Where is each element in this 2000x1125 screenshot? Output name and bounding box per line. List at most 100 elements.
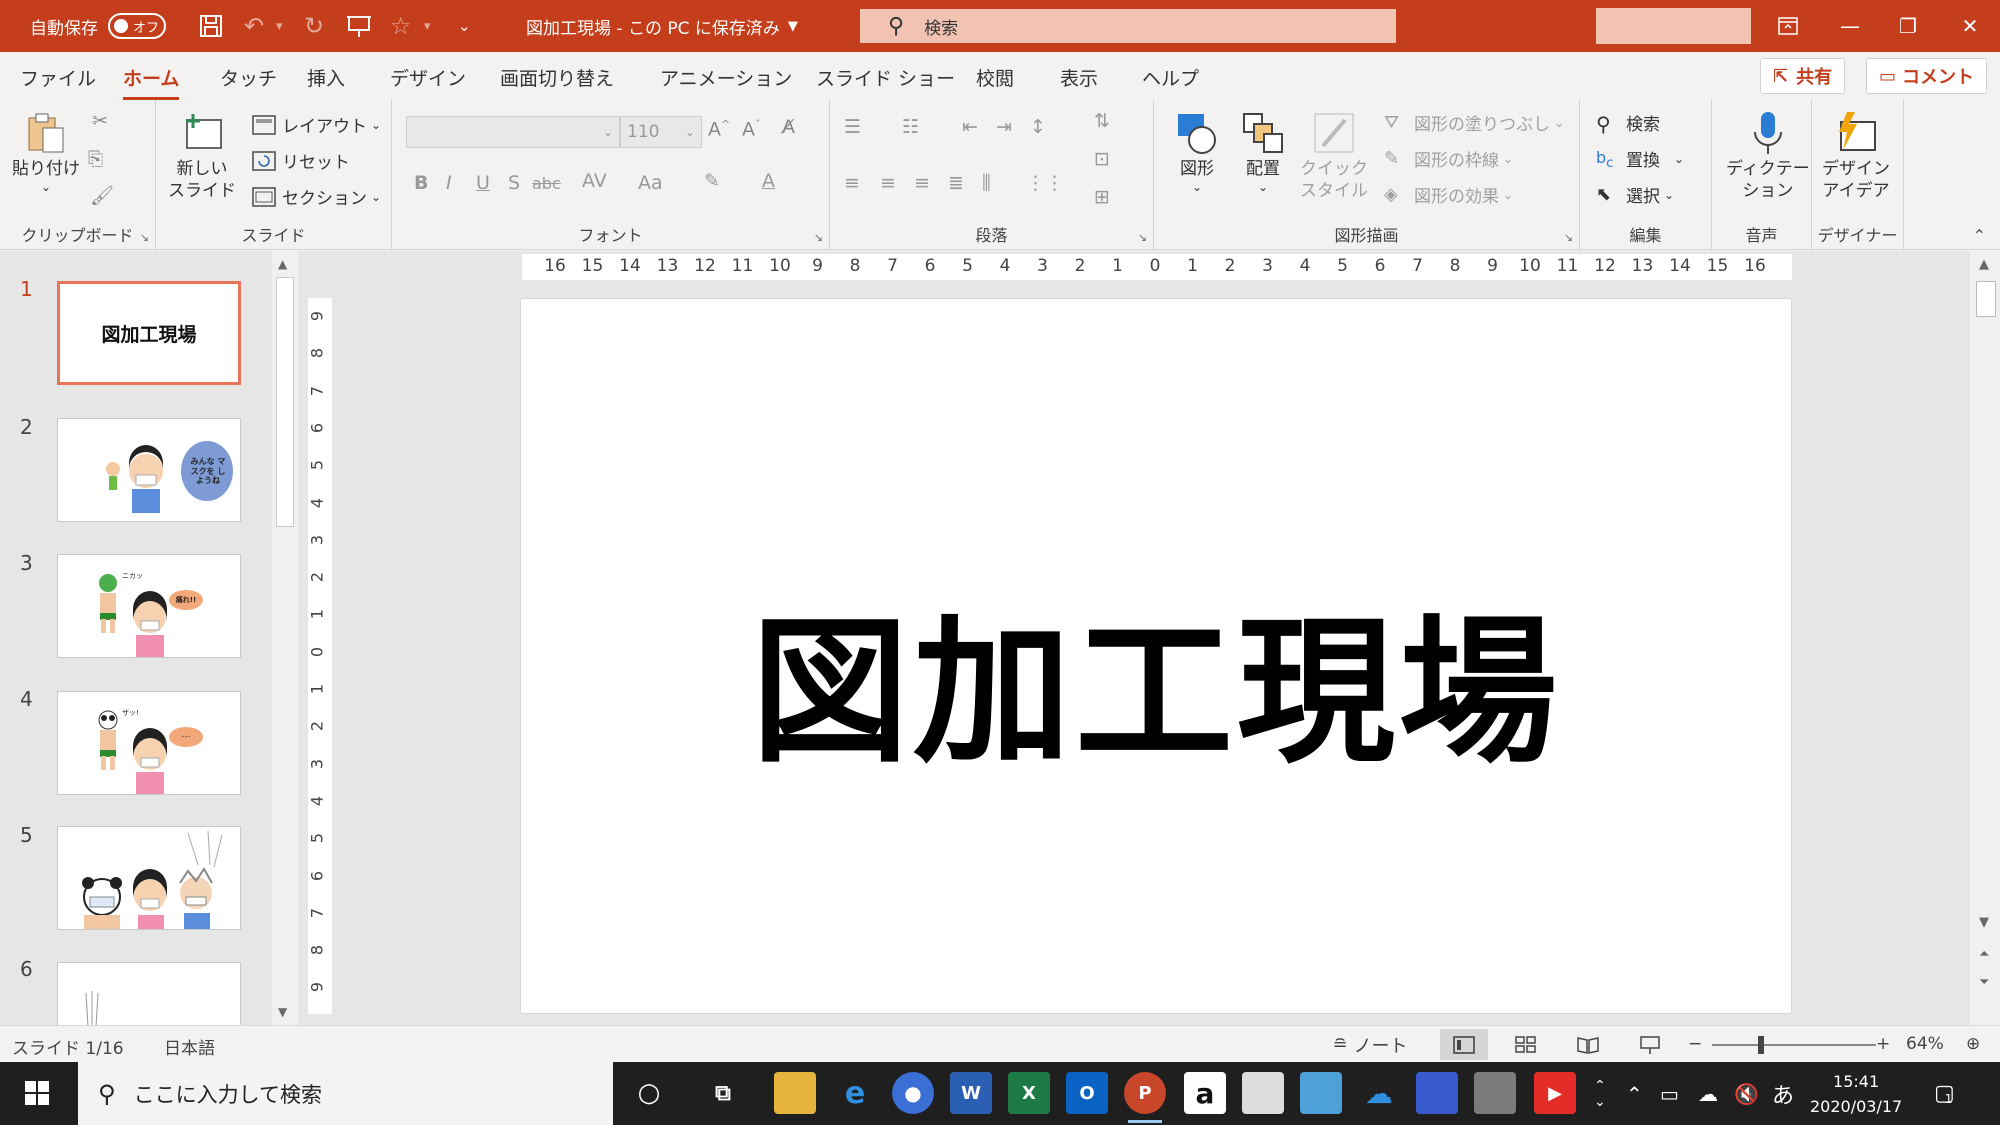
slide-thumbnail-6[interactable] [57,962,241,1025]
arrange-button[interactable]: 配置 ⌄ [1240,110,1286,196]
outlook-icon[interactable]: O [1066,1072,1108,1114]
taskbar-search[interactable]: ⚲ ここに入力して検索 [78,1062,613,1125]
shape-effects-button[interactable]: ◈ 図形の効果 ⌄ [1384,182,1513,208]
paint-icon[interactable] [1242,1072,1284,1114]
cut-icon[interactable]: ✂ [92,110,108,132]
scroll-down-icon[interactable]: ▼ [278,1005,287,1019]
slide-scrollbar[interactable]: ▲ ▼ ⏶ ⏷ [1972,251,2000,1025]
slide-title[interactable]: 図加工現場 [521,564,1791,793]
paragraph-launcher-icon[interactable]: ↘ [1138,231,1147,244]
undo-icon[interactable]: ↶ [244,0,264,52]
increase-indent-icon[interactable]: ⇥ [996,116,1012,138]
find-button[interactable]: ⚲ 検索 [1596,110,1660,136]
justify-icon[interactable]: ≣ [948,172,964,194]
taskbar-scroll[interactable]: ⌃ ⌄ [1594,1062,1606,1125]
tab-transitions[interactable]: 画面切り替え [500,64,614,91]
search-box[interactable]: ⚲ 検索 [860,9,1396,43]
align-text-icon[interactable]: ⊡ [1094,148,1110,170]
scroll-thumb[interactable] [1976,281,1996,317]
zoom-slider-knob[interactable] [1758,1036,1764,1054]
ime-indicator[interactable]: あ [1772,1062,1794,1125]
star-dropdown-icon[interactable]: ▾ [424,0,431,52]
drawing-launcher-icon[interactable]: ↘ [1564,231,1573,244]
italic-button[interactable]: I [446,172,452,194]
chevron-down-icon[interactable]: ⌄ [1594,1094,1606,1110]
bullets-icon[interactable]: ☰ [844,116,861,138]
language[interactable]: 日本語 [164,1034,215,1059]
color-app-icon[interactable] [1416,1072,1458,1114]
paste-button[interactable]: 貼り付け ⌄ [12,110,80,196]
scroll-up-icon[interactable]: ▲ [278,257,287,271]
tab-slideshow[interactable]: スライド ショー [816,64,955,91]
battery-icon[interactable]: ▭ [1660,1062,1679,1125]
photos-icon[interactable] [1300,1072,1342,1114]
autosave-control[interactable]: 自動保存 オフ [30,0,166,52]
line-spacing-icon[interactable]: ↕ [1030,116,1046,138]
zoom-out-button[interactable]: − [1688,1034,1702,1054]
redo-icon[interactable]: ↻ [304,0,324,52]
scroll-down-icon[interactable]: ▼ [1979,915,1989,930]
thumbnail-scrollbar[interactable]: ▲ ▼ [272,251,298,1025]
scanner-icon[interactable] [1474,1072,1516,1114]
highlight-icon[interactable]: ✎ [704,170,720,192]
task-view-icon[interactable]: ⧉ [702,1072,744,1114]
font-name-combo[interactable]: ⌄ [406,116,620,148]
minimize-icon[interactable]: — [1820,0,1880,52]
layout-button[interactable]: レイアウト ⌄ [252,112,381,137]
restore-icon[interactable]: ❐ [1878,0,1938,52]
shape-fill-button[interactable]: ⛛ 図形の塗りつぶし ⌄ [1384,110,1564,136]
onedrive-icon[interactable]: ☁ [1358,1072,1400,1114]
shadow-button[interactable]: S [508,172,520,194]
cloud-icon[interactable]: ☁ [1698,1062,1718,1125]
save-icon[interactable] [198,0,224,52]
select-button[interactable]: ⬉ 選択 ⌄ [1596,182,1674,208]
new-slide-button[interactable]: 新しい スライド [168,110,236,202]
shrink-font-icon[interactable]: Aˇ [742,118,761,140]
windows-start-icon[interactable] [16,1072,58,1114]
slide-thumbnail-2[interactable]: みんな マスクを しようね [57,418,241,522]
system-clock[interactable]: 15:41 2020/03/17 [1810,1070,1902,1120]
excel-icon[interactable]: X [1008,1072,1050,1114]
share-button[interactable]: ⇱ 共有 [1760,58,1846,94]
font-color-button[interactable]: A [762,170,775,192]
dictate-button[interactable]: ディクテー ション [1726,110,1810,202]
columns-icon[interactable]: ⋮⋮ [1026,172,1064,194]
close-icon[interactable]: ✕ [1940,0,2000,52]
decrease-indent-icon[interactable]: ⇤ [962,116,978,138]
account-area[interactable] [1596,8,1751,44]
tab-help[interactable]: ヘルプ [1142,64,1199,91]
star-icon[interactable]: ☆ [390,0,412,52]
replace-button[interactable]: bc 置換 ⌄ [1596,146,1684,172]
amazon-icon[interactable]: a [1184,1072,1226,1114]
font-launcher-icon[interactable]: ↘ [814,231,823,244]
fit-to-window-icon[interactable]: ⊕ [1966,1034,1980,1054]
slide-thumbnail-1[interactable]: 図加工現場 [57,281,241,385]
start-slideshow-icon[interactable] [346,0,372,52]
powerpoint-icon[interactable]: P [1124,1072,1166,1123]
slide-sorter-button[interactable] [1502,1029,1550,1060]
edge-icon[interactable]: e [834,1072,876,1114]
smartart-icon[interactable]: ⊞ [1094,186,1110,208]
people-icon[interactable]: ● [892,1072,934,1114]
previous-slide-icon[interactable]: ⏶ [1979,947,1989,962]
scroll-up-icon[interactable]: ▲ [1979,257,1989,272]
ribbon-display-options-icon[interactable] [1758,0,1818,52]
tab-animations[interactable]: アニメーション [660,64,792,91]
reset-button[interactable]: リセット [252,148,350,173]
cortana-icon[interactable]: ○ [628,1072,670,1114]
zoom-in-button[interactable]: + [1876,1034,1890,1054]
shape-outline-button[interactable]: ✎ 図形の枠線 ⌄ [1384,146,1513,172]
normal-view-button[interactable] [1440,1029,1488,1060]
grow-font-icon[interactable]: A^ [708,118,730,140]
character-spacing-button[interactable]: AV [582,170,607,192]
shapes-button[interactable]: 図形 ⌄ [1174,110,1220,196]
text-direction-icon[interactable]: ⇅ [1094,110,1110,132]
numbering-icon[interactable]: ☷ [902,116,919,138]
slide-thumbnail-5[interactable] [57,826,241,930]
align-right-icon[interactable]: ≡ [914,172,930,194]
slide-thumbnail-3[interactable]: ニカッ 痛れ!! [57,554,241,658]
slide-thumbnail-4[interactable]: ザッ! … [57,691,241,795]
comment-button[interactable]: ▭ コメント [1866,58,1988,94]
word-icon[interactable]: W [950,1072,992,1114]
collapse-ribbon-icon[interactable]: ⌃ [1973,226,1986,245]
